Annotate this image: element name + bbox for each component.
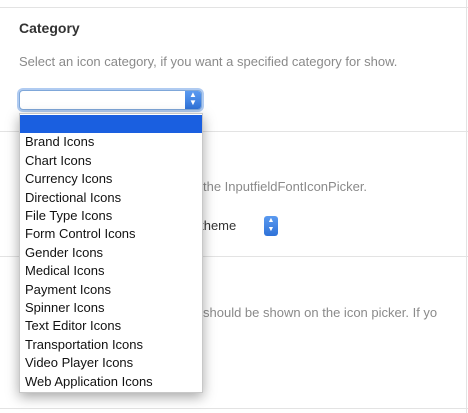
dropdown-option[interactable]: Form Control Icons [20,225,202,243]
dropdown-option[interactable]: Gender Icons [20,244,202,262]
panel-edge [466,0,467,413]
divider [0,408,468,409]
settings-page: Category Select an icon category, if you… [0,0,468,413]
category-description: Select an icon category, if you want a s… [19,54,398,69]
dropdown-option[interactable]: Chart Icons [20,152,202,170]
category-dropdown-list[interactable]: Brand Icons Chart Icons Currency Icons Dire… [19,113,203,393]
dropdown-option[interactable]: Brand Icons [20,133,202,151]
up-down-chevron-icon[interactable]: ▲ ▼ [264,216,278,236]
dropdown-option[interactable]: Medical Icons [20,262,202,280]
divider [0,7,468,8]
dropdown-option[interactable]: Video Player Icons [20,354,202,372]
dropdown-option[interactable]: Payment Icons [20,281,202,299]
up-down-chevron-icon[interactable]: ▲ ▼ [185,91,201,109]
dropdown-option[interactable]: Currency Icons [20,170,202,188]
partially-hidden-description: should be shown on the icon picker. If y… [203,305,438,320]
dropdown-option[interactable]: Spinner Icons [20,299,202,317]
category-title: Category [19,20,80,36]
category-select[interactable]: ▲ ▼ [19,90,202,110]
dropdown-option[interactable]: Directional Icons [20,189,202,207]
dropdown-option[interactable]: Text Editor Icons [20,317,202,335]
dropdown-option[interactable]: File Type Icons [20,207,202,225]
theme-select[interactable]: y theme ▲ ▼ [190,216,280,236]
dropdown-option[interactable]: Web Application Icons [20,373,202,391]
dropdown-option-empty[interactable] [20,115,202,133]
partially-hidden-description: the InputfieldFontIconPicker. [203,179,368,194]
dropdown-option[interactable]: Transportation Icons [20,336,202,354]
